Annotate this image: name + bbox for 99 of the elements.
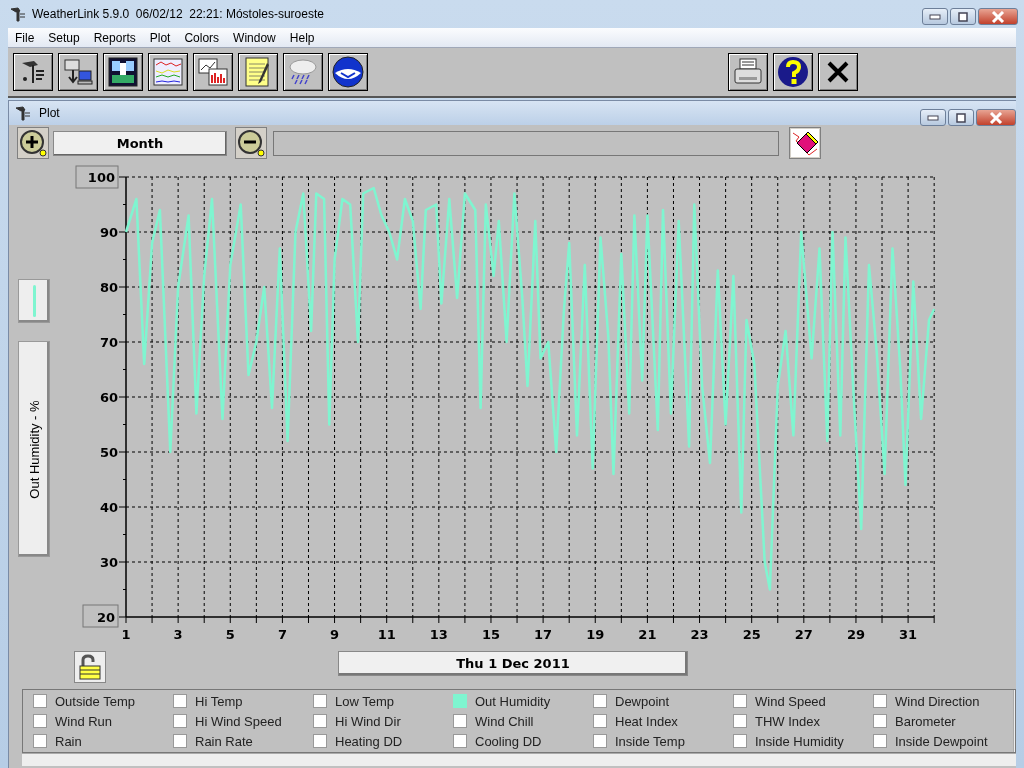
maximize-button[interactable] <box>948 109 974 126</box>
minimize-button[interactable] <box>922 8 948 25</box>
graphs-icon <box>196 55 230 89</box>
series-checkbox[interactable]: Cooling DD <box>453 731 593 751</box>
menu-item[interactable]: Setup <box>41 30 87 45</box>
menu-item[interactable]: Help <box>282 30 322 45</box>
series-checkbox[interactable]: Barometer <box>873 711 1013 731</box>
x-tick-label: 1 <box>121 627 131 642</box>
toolbar-button[interactable] <box>58 53 98 91</box>
app-icon <box>15 105 31 121</box>
console-icon <box>106 55 140 89</box>
y-tick-label: 90 <box>99 225 118 240</box>
series-checkbox[interactable]: Hi Wind Speed <box>173 711 313 731</box>
minimize-button[interactable] <box>920 109 946 126</box>
x-tick-label: 27 <box>794 627 813 642</box>
toolbar-button[interactable] <box>13 53 53 91</box>
app-icon <box>10 6 26 22</box>
series-checkbox[interactable]: Out Humidity <box>453 691 593 711</box>
zoom-out-icon <box>237 129 265 157</box>
y-tick-label: 70 <box>99 335 118 350</box>
window-title: WeatherLink 5.9.0 06/02/12 22:21: Móstoles-suroeste <box>32 7 325 21</box>
series-checkbox[interactable]: Heat Index <box>593 711 733 731</box>
toolbar-button[interactable] <box>103 53 143 91</box>
x-tick-label: 31 <box>899 627 918 642</box>
menu-item[interactable]: Plot <box>142 30 178 45</box>
series-checkbox[interactable]: Hi Wind Dir <box>313 711 453 731</box>
axis-label-button[interactable]: Out Humidity - % <box>18 341 50 557</box>
toolbar-button[interactable] <box>818 53 858 91</box>
x-tick-label: 29 <box>846 627 865 642</box>
eraser-icon <box>791 129 819 157</box>
maximize-icon <box>956 112 966 123</box>
window-title: Plot <box>39 106 61 120</box>
minimize-icon <box>929 13 941 20</box>
series-checkbox[interactable]: Wind Chill <box>453 711 593 731</box>
y-min-field[interactable]: 20 <box>82 604 119 628</box>
y-tick-label: 40 <box>99 500 118 515</box>
series-checkbox[interactable]: Heating DD <box>313 731 453 751</box>
help-icon <box>776 55 810 89</box>
x-tick-label: 25 <box>742 627 761 642</box>
menu-item[interactable]: File <box>8 30 42 45</box>
series-checkbox[interactable]: Wind Direction <box>873 691 1013 711</box>
series-checkbox[interactable]: Wind Run <box>33 711 173 731</box>
y-max-field[interactable]: 100 <box>75 165 119 189</box>
toolbar-button[interactable] <box>283 53 323 91</box>
zoom-out-button[interactable] <box>235 127 267 159</box>
series-checkbox[interactable]: Outside Temp <box>33 691 173 711</box>
series-checkbox[interactable]: THW Index <box>733 711 873 731</box>
maximize-button[interactable] <box>950 8 976 25</box>
menu-item[interactable]: Reports <box>86 30 143 45</box>
lock-button[interactable] <box>74 651 106 683</box>
toolbar-button[interactable] <box>193 53 233 91</box>
line-style-button[interactable] <box>18 279 50 323</box>
maximize-icon <box>958 11 968 22</box>
series-checkbox[interactable]: Inside Temp <box>593 731 733 751</box>
x-tick-label: 13 <box>429 627 448 642</box>
series-checkbox[interactable]: Low Temp <box>313 691 453 711</box>
chart-icon <box>151 55 185 89</box>
horizontal-scrollbar[interactable] <box>22 753 1016 766</box>
x-tick-label: 7 <box>277 627 287 642</box>
x-tick-label: 5 <box>225 627 235 642</box>
toolbar-button[interactable] <box>148 53 188 91</box>
series-checkbox[interactable]: Rain Rate <box>173 731 313 751</box>
close-button[interactable] <box>978 8 1018 25</box>
x-tick-label: 17 <box>534 627 553 642</box>
x-tick-label: 21 <box>638 627 657 642</box>
menu-item[interactable]: Window <box>226 30 283 45</box>
close-icon <box>989 111 1003 124</box>
x-tick-label: 11 <box>377 627 396 642</box>
y-tick-label: 50 <box>99 445 118 460</box>
erase-button[interactable] <box>789 127 821 159</box>
menu-item[interactable]: Colors <box>177 30 227 45</box>
date-button[interactable]: Thu 1 Dec 2011 <box>338 651 688 676</box>
range-field[interactable] <box>273 130 779 156</box>
zoom-in-icon <box>19 129 47 157</box>
series-checkbox[interactable]: Wind Speed <box>733 691 873 711</box>
zoom-in-button[interactable] <box>17 127 49 159</box>
padlock-icon <box>78 654 102 680</box>
vertical-scrollbar[interactable] <box>1013 690 1015 752</box>
y-tick-label: 80 <box>99 280 118 295</box>
toolbar-button[interactable] <box>773 53 813 91</box>
x-tick-label: 3 <box>173 627 183 642</box>
span-button[interactable]: Month <box>53 130 227 156</box>
toolbar-button[interactable] <box>328 53 368 91</box>
series-checkbox[interactable]: Dewpoint <box>593 691 733 711</box>
x-tick-label: 23 <box>690 627 709 642</box>
series-checkbox[interactable]: Inside Humidity <box>733 731 873 751</box>
x-tick-label: 15 <box>481 627 501 642</box>
minimize-icon <box>927 114 939 121</box>
series-checkbox[interactable]: Inside Dewpoint <box>873 731 1013 751</box>
close-button[interactable] <box>976 109 1016 126</box>
close-icon <box>991 10 1005 23</box>
x-tick-label: 9 <box>330 627 340 642</box>
toolbar-button[interactable] <box>728 53 768 91</box>
series-checkbox[interactable]: Hi Temp <box>173 691 313 711</box>
y-tick-label: 30 <box>99 555 118 570</box>
series-checkbox[interactable]: Rain <box>33 731 173 751</box>
toolbar-button[interactable] <box>238 53 278 91</box>
x-tick-label: 19 <box>586 627 605 642</box>
y-tick-label: 60 <box>99 390 118 405</box>
